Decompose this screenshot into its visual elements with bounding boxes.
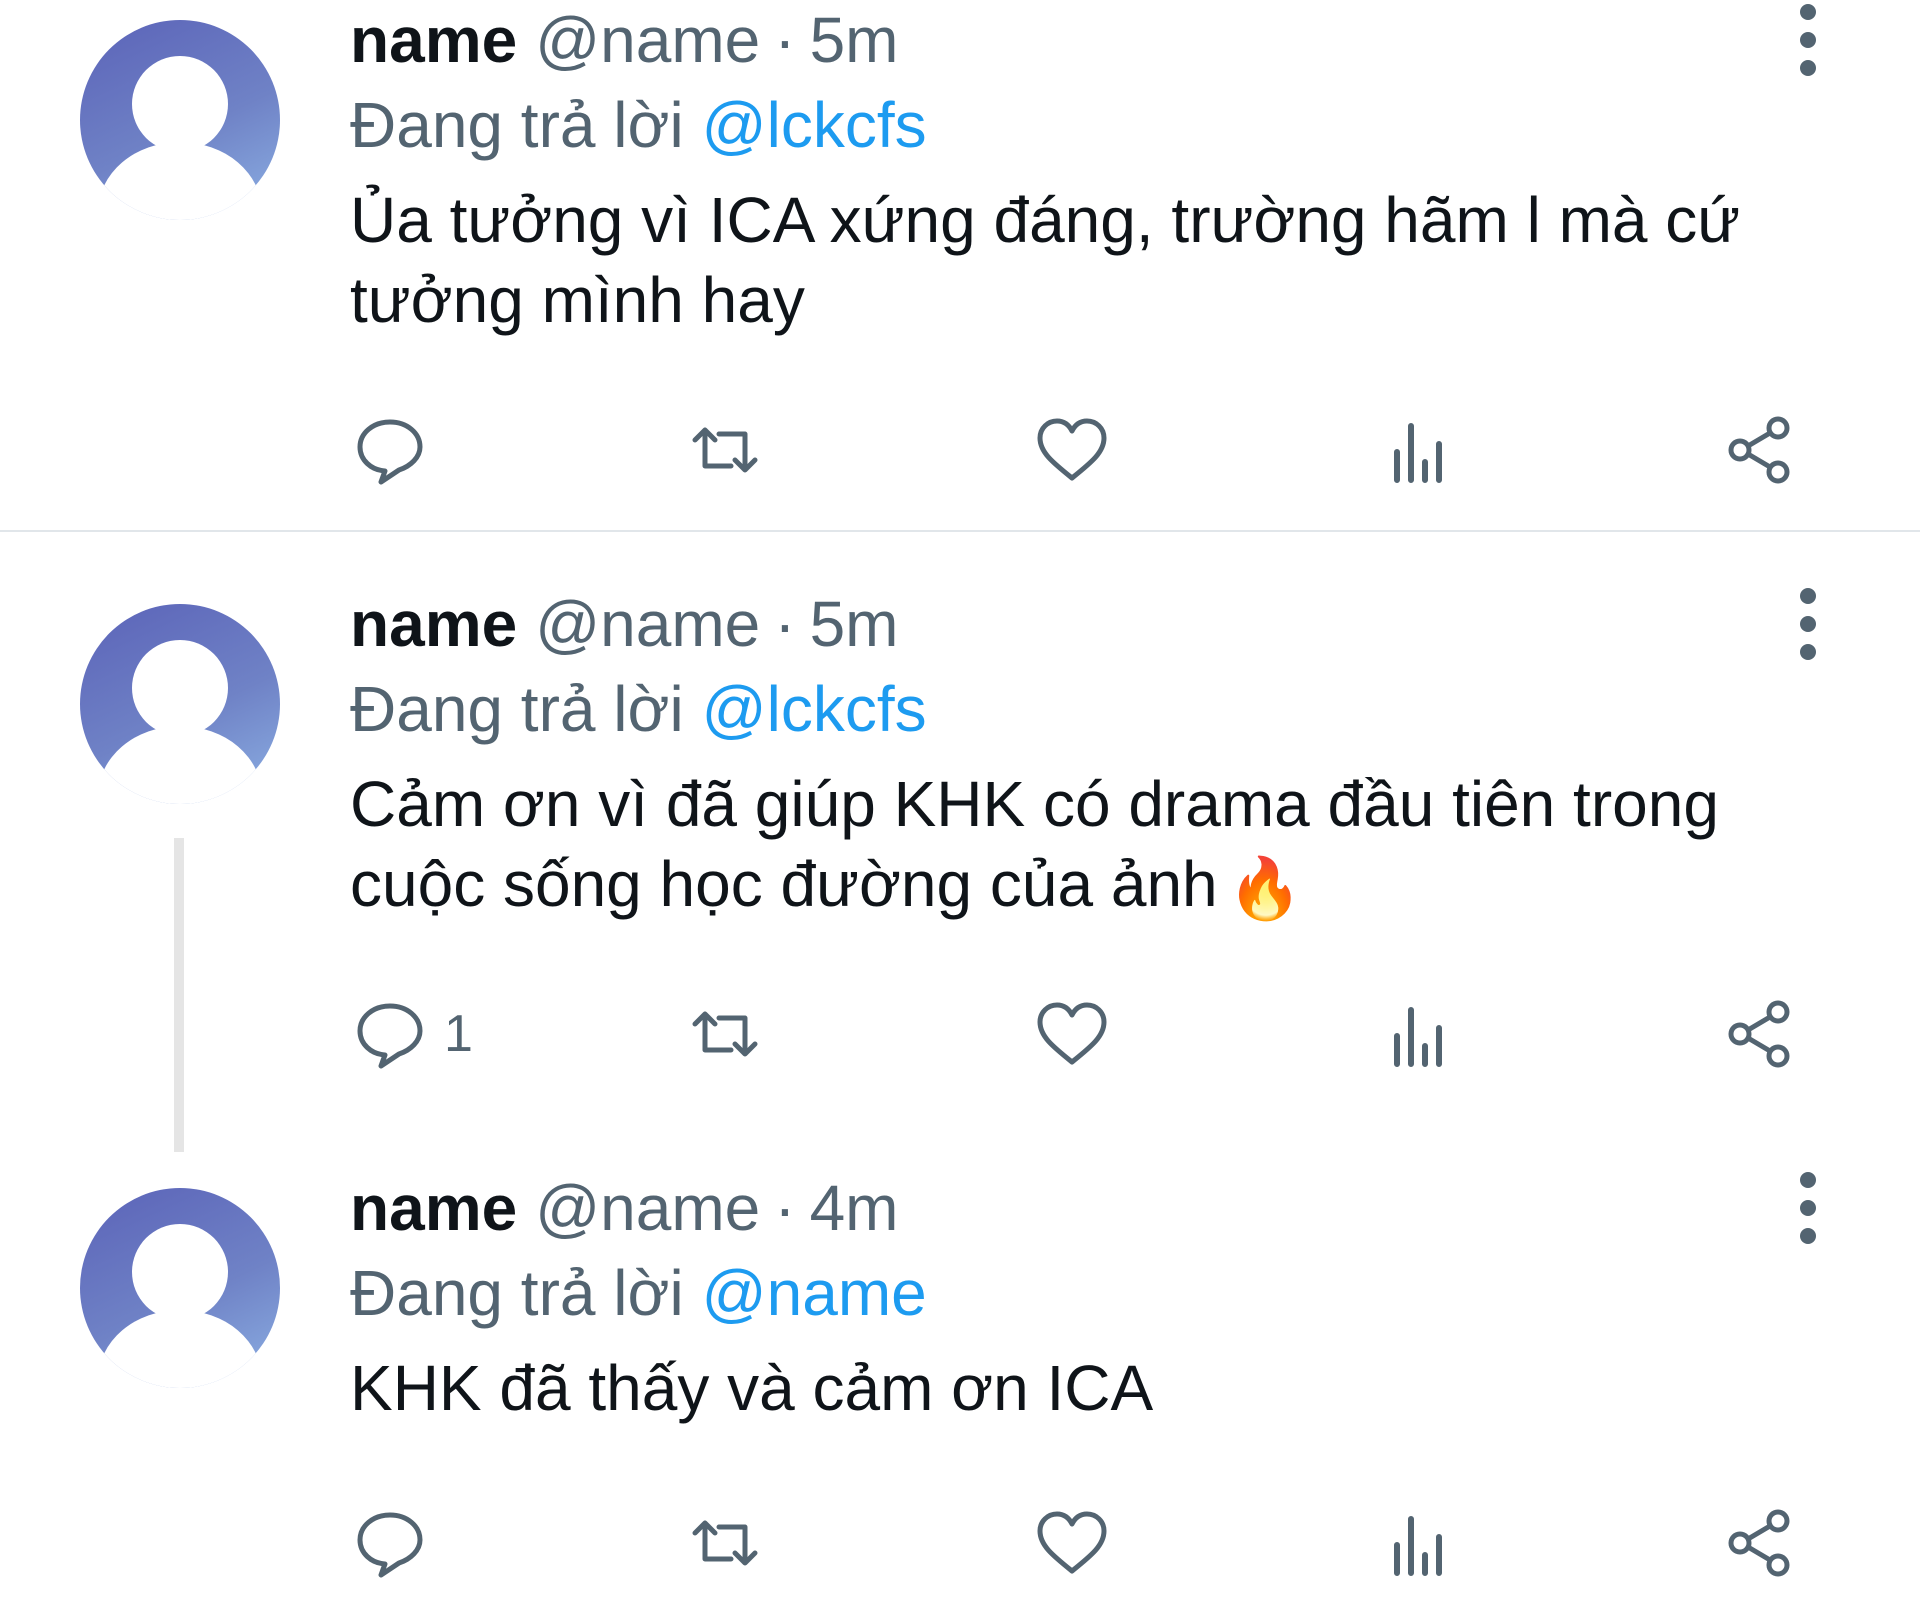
separator-dot: · bbox=[774, 588, 796, 660]
share-icon bbox=[1728, 1000, 1790, 1068]
like-button[interactable] bbox=[1032, 1498, 1112, 1588]
tweet-text-container: Cảm ơn vì đã giúp KHK có drama đầu tiên … bbox=[350, 764, 1830, 929]
retweet-button[interactable] bbox=[685, 405, 765, 495]
display-name[interactable]: name bbox=[350, 3, 517, 77]
share-icon bbox=[1728, 1509, 1790, 1577]
timestamp[interactable]: 5m bbox=[810, 3, 899, 77]
views-icon bbox=[1394, 423, 1442, 483]
action-bar bbox=[350, 405, 1810, 495]
avatar[interactable] bbox=[80, 604, 280, 804]
share-icon bbox=[1728, 416, 1790, 484]
avatar-body-shape bbox=[98, 726, 262, 804]
tweet-divider bbox=[0, 530, 1920, 532]
avatar-body-shape bbox=[98, 142, 262, 220]
views-icon bbox=[1394, 1516, 1442, 1576]
timestamp[interactable]: 5m bbox=[810, 587, 899, 661]
tweet-text: Ủa tưởng vì ICA xứng đáng, trường hãm l … bbox=[350, 184, 1741, 336]
display-name[interactable]: name bbox=[350, 1171, 517, 1245]
like-button[interactable] bbox=[1032, 405, 1112, 495]
tweet-header: name @name · 5m bbox=[350, 584, 898, 664]
more-options-button[interactable] bbox=[1796, 1172, 1820, 1244]
mention-link[interactable]: @lckcfs bbox=[702, 672, 927, 746]
thread-connector-line bbox=[174, 838, 184, 1152]
more-vertical-icon bbox=[1800, 4, 1816, 20]
replying-to: Đang trả lời @lckcfs bbox=[350, 86, 927, 164]
retweet-icon bbox=[692, 1520, 758, 1566]
views-button[interactable] bbox=[1377, 989, 1457, 1079]
reply-button[interactable] bbox=[350, 1498, 444, 1588]
retweet-button[interactable] bbox=[685, 1498, 765, 1588]
reply-button[interactable] bbox=[350, 405, 444, 495]
display-name[interactable]: name bbox=[350, 587, 517, 661]
avatar-body-shape bbox=[98, 1310, 262, 1388]
tweet-header: name @name · 4m bbox=[350, 1168, 898, 1248]
share-button[interactable] bbox=[1720, 1498, 1800, 1588]
like-icon bbox=[1037, 1511, 1107, 1574]
like-button[interactable] bbox=[1032, 989, 1112, 1079]
avatar-head-shape bbox=[132, 56, 228, 152]
avatar[interactable] bbox=[80, 20, 280, 220]
more-options-button[interactable] bbox=[1796, 588, 1820, 660]
replying-to-label: Đang trả lời bbox=[350, 89, 684, 161]
user-handle[interactable]: @name bbox=[535, 587, 760, 661]
separator-dot: · bbox=[774, 4, 796, 76]
reply-button[interactable]: 1 bbox=[350, 989, 473, 1079]
avatar-head-shape bbox=[132, 1224, 228, 1320]
replying-to: Đang trả lời @lckcfs bbox=[350, 670, 927, 748]
avatar[interactable] bbox=[80, 1188, 280, 1388]
share-button[interactable] bbox=[1720, 989, 1800, 1079]
retweet-button[interactable] bbox=[685, 989, 765, 1079]
separator-dot: · bbox=[774, 1172, 796, 1244]
timestamp[interactable]: 4m bbox=[810, 1171, 899, 1245]
mention-link[interactable]: @lckcfs bbox=[702, 88, 927, 162]
reply-count: 1 bbox=[444, 1005, 473, 1063]
action-bar bbox=[350, 1498, 1810, 1588]
reply-icon bbox=[357, 1512, 423, 1578]
tweet-text: Cảm ơn vì đã giúp KHK có drama đầu tiên … bbox=[350, 768, 1719, 920]
replying-to-label: Đang trả lời bbox=[350, 1257, 684, 1329]
more-options-button[interactable] bbox=[1796, 4, 1820, 76]
retweet-icon bbox=[692, 1011, 758, 1057]
replying-to-label: Đang trả lời bbox=[350, 673, 684, 745]
views-icon bbox=[1394, 1007, 1442, 1067]
like-icon bbox=[1037, 418, 1107, 481]
user-handle[interactable]: @name bbox=[535, 1171, 760, 1245]
more-vertical-icon bbox=[1800, 1172, 1816, 1188]
replying-to: Đang trả lời @name bbox=[350, 1254, 927, 1332]
more-vertical-icon bbox=[1800, 588, 1816, 604]
share-button[interactable] bbox=[1720, 405, 1800, 495]
action-bar: 1 bbox=[350, 989, 1810, 1079]
reply-icon bbox=[357, 1003, 423, 1069]
views-button[interactable] bbox=[1377, 405, 1457, 495]
user-handle[interactable]: @name bbox=[535, 3, 760, 77]
like-icon bbox=[1037, 1002, 1107, 1065]
views-button[interactable] bbox=[1377, 1498, 1457, 1588]
reply-icon bbox=[357, 419, 423, 485]
tweet-text: KHK đã thấy và cảm ơn ICA bbox=[350, 1352, 1154, 1424]
avatar-head-shape bbox=[132, 640, 228, 736]
retweet-icon bbox=[692, 427, 758, 473]
tweet-header: name @name · 5m bbox=[350, 0, 898, 80]
fire-emoji: 🔥 bbox=[1227, 855, 1303, 923]
mention-link[interactable]: @name bbox=[702, 1256, 927, 1330]
